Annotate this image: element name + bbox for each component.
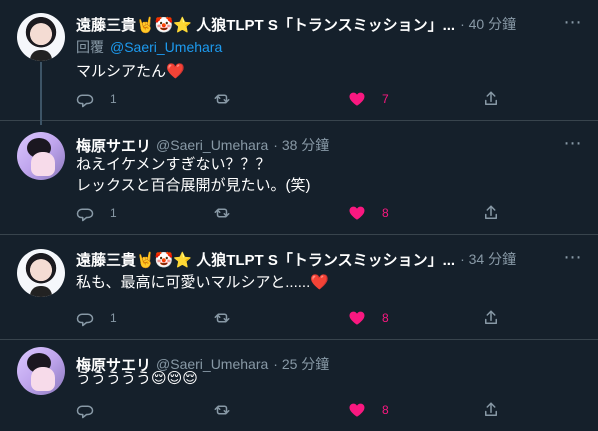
retweet-icon	[214, 313, 230, 323]
like-count: 8	[382, 403, 389, 417]
reply-button[interactable]: 1	[76, 307, 117, 329]
like-button[interactable]: 8	[348, 399, 389, 421]
tweet-actions: 1 7	[76, 88, 508, 110]
tweet-text: 私も、最高に可愛いマルシアと......❤️	[76, 274, 329, 291]
tweet-thread: 遠藤三貴🤘🤡⭐ 人狼TLPT S「トランスミッション」... · 40 分鐘 ⋯…	[0, 0, 598, 431]
user-handle[interactable]: @Saeri_Umehara	[156, 137, 268, 153]
share-button[interactable]	[482, 88, 500, 110]
time-separator: ·	[460, 251, 469, 267]
display-name[interactable]: 梅原サエリ	[76, 135, 151, 156]
retweet-icon	[214, 405, 230, 415]
share-icon	[485, 402, 497, 416]
tweet-text: ううううう😌😌😌	[76, 370, 198, 387]
tweet-text: マルシアたん❤️	[76, 63, 185, 80]
tweet-text: ねえイケメンすぎない？？？ レックスと百合展開が見たい。(笑)	[76, 156, 311, 194]
tweet-actions: 1 8	[76, 307, 508, 329]
reply-icon	[76, 313, 94, 327]
display-name[interactable]: 遠藤三貴🤘🤡⭐ 人狼TLPT S「トランスミッション」...	[76, 14, 455, 35]
retweet-button[interactable]	[213, 307, 247, 329]
reply-count: 1	[110, 206, 117, 220]
heart-icon	[349, 403, 365, 417]
heart-icon	[349, 92, 365, 106]
display-name[interactable]: 遠藤三貴🤘🤡⭐ 人狼TLPT S「トランスミッション」...	[76, 249, 455, 270]
time-text: 34 分鐘	[468, 251, 517, 267]
tweet-header: 梅原サエリ @Saeri_Umehara · 38 分鐘	[76, 134, 556, 156]
like-button[interactable]: 8	[348, 202, 389, 224]
timestamp[interactable]: · 34 分鐘	[460, 249, 516, 269]
share-icon	[485, 205, 497, 219]
avatar[interactable]	[17, 132, 65, 180]
time-separator: ·	[460, 16, 469, 32]
tweet-3[interactable]: 遠藤三貴🤘🤡⭐ 人狼TLPT S「トランスミッション」... · 34 分鐘 ⋯…	[0, 235, 598, 340]
retweet-button[interactable]	[213, 399, 247, 421]
reply-button[interactable]: 1	[76, 88, 117, 110]
share-icon	[485, 310, 497, 324]
share-button[interactable]	[482, 399, 500, 421]
retweet-button[interactable]	[213, 88, 247, 110]
time-text: 38 分鐘	[281, 137, 330, 153]
timestamp[interactable]: · 40 分鐘	[460, 14, 516, 34]
reply-context: 回覆 @Saeri_Umehara	[76, 37, 222, 57]
time-text: 40 分鐘	[468, 16, 517, 32]
like-button[interactable]: 8	[348, 307, 389, 329]
share-icon	[485, 91, 497, 105]
heart-icon	[349, 311, 365, 325]
reply-icon	[76, 208, 94, 222]
reply-count: 1	[110, 92, 117, 106]
reply-icon	[76, 94, 94, 108]
more-icon[interactable]: ⋯	[562, 246, 584, 268]
more-icon[interactable]: ⋯	[562, 132, 584, 154]
tweet-header: 遠藤三貴🤘🤡⭐ 人狼TLPT S「トランスミッション」... · 40 分鐘	[76, 13, 556, 35]
share-button[interactable]	[482, 202, 500, 224]
tweet-actions: 1 8	[76, 202, 508, 224]
retweet-icon	[214, 208, 230, 218]
thread-line	[40, 62, 42, 125]
avatar[interactable]	[17, 249, 65, 297]
tweet-1[interactable]: 遠藤三貴🤘🤡⭐ 人狼TLPT S「トランスミッション」... · 40 分鐘 ⋯…	[0, 0, 598, 125]
reply-prefix: 回覆	[76, 39, 104, 55]
reply-mention[interactable]: @Saeri_Umehara	[110, 39, 222, 55]
avatar[interactable]	[17, 13, 65, 61]
reply-icon	[76, 405, 94, 419]
tweet-4[interactable]: 梅原サエリ @Saeri_Umehara · 25 分鐘 ううううう😌😌😌 8	[0, 340, 598, 431]
like-count: 8	[382, 311, 389, 325]
like-button[interactable]: 7	[348, 88, 389, 110]
like-count: 7	[382, 92, 389, 106]
tweet-2[interactable]: 梅原サエリ @Saeri_Umehara · 38 分鐘 ⋯ ねえイケメンすぎな…	[0, 121, 598, 235]
more-icon[interactable]: ⋯	[562, 11, 584, 33]
heart-icon	[349, 206, 365, 220]
timestamp[interactable]: · 38 分鐘	[273, 135, 329, 155]
reply-count: 1	[110, 311, 117, 325]
time-separator: ·	[273, 137, 282, 153]
retweet-icon	[214, 94, 230, 104]
reply-button[interactable]: 1	[76, 202, 117, 224]
tweet-actions: 8	[76, 399, 508, 421]
reply-button[interactable]	[76, 399, 110, 421]
avatar[interactable]	[17, 347, 65, 395]
retweet-button[interactable]	[213, 202, 247, 224]
tweet-header: 遠藤三貴🤘🤡⭐ 人狼TLPT S「トランスミッション」... · 34 分鐘	[76, 248, 556, 270]
like-count: 8	[382, 206, 389, 220]
share-button[interactable]	[482, 307, 500, 329]
